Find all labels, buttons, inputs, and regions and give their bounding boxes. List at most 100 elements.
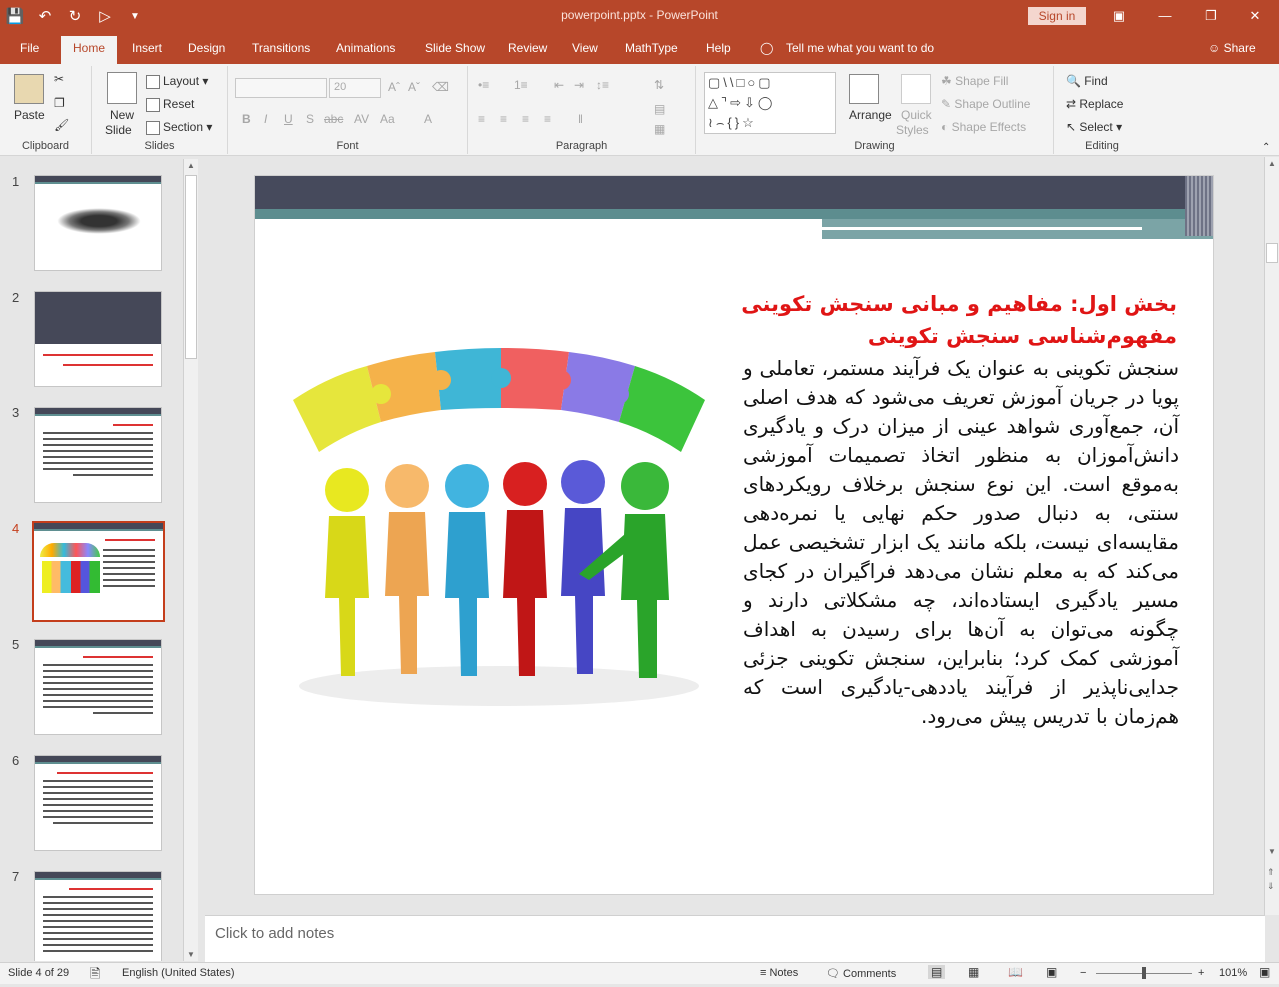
tab-design[interactable]: Design bbox=[188, 41, 225, 55]
tab-mathtype[interactable]: MathType bbox=[625, 41, 678, 55]
puzzle-people-image[interactable] bbox=[289, 336, 709, 716]
shrink-font-icon[interactable]: Aˇ bbox=[408, 80, 420, 94]
scroll-up-icon[interactable]: ▲ bbox=[187, 161, 195, 170]
columns-icon[interactable]: ‖ bbox=[578, 112, 583, 126]
next-slide-icon[interactable]: ⇓ bbox=[1267, 881, 1275, 892]
slide-title[interactable]: بخش اول: مفاهیم و مبانی سنجش تکوینی مفهو… bbox=[697, 288, 1177, 352]
paste-button[interactable]: Paste bbox=[14, 108, 45, 122]
align-text-icon[interactable]: ▤ bbox=[654, 102, 665, 116]
normal-view-icon[interactable]: ▤ bbox=[928, 965, 946, 979]
scroll-down-icon[interactable]: ▼ bbox=[187, 950, 195, 959]
font-color-icon[interactable]: A bbox=[424, 112, 432, 126]
close-button[interactable]: ✕ bbox=[1232, 0, 1278, 32]
bullets-icon[interactable]: •≡ bbox=[478, 78, 489, 92]
clear-formatting-icon[interactable]: ⌫ bbox=[432, 80, 449, 94]
tab-slide-show[interactable]: Slide Show bbox=[425, 41, 485, 55]
underline-icon[interactable]: U bbox=[284, 112, 293, 126]
find-button[interactable]: 🔍 Find bbox=[1066, 74, 1108, 88]
ribbon-display-options-icon[interactable]: ▣ bbox=[1096, 0, 1142, 32]
align-left-icon[interactable]: ≡ bbox=[478, 112, 485, 126]
fit-slide-icon[interactable]: ▣ bbox=[1259, 965, 1270, 979]
paste-icon[interactable] bbox=[14, 74, 44, 104]
notes-pane[interactable]: Click to add notes bbox=[205, 915, 1265, 962]
slide-canvas[interactable]: بخش اول: مفاهیم و مبانی سنجش تکوینی مفهو… bbox=[254, 175, 1214, 895]
cut-icon[interactable]: ✂ bbox=[54, 72, 64, 86]
new-slide-label-1[interactable]: New bbox=[110, 108, 134, 122]
slide-thumbnail[interactable] bbox=[34, 755, 162, 851]
scrollbar-thumb[interactable] bbox=[185, 175, 197, 359]
tab-file[interactable]: File bbox=[20, 41, 39, 55]
change-case-icon[interactable]: Aa bbox=[380, 112, 395, 126]
shadow-icon[interactable]: S bbox=[306, 112, 314, 126]
thumbnails-scrollbar[interactable]: ▲ ▼ bbox=[183, 159, 198, 961]
section-button[interactable]: Section ▾ bbox=[146, 120, 212, 135]
slide-sorter-icon[interactable]: ▦ bbox=[968, 965, 979, 979]
arrange-icon[interactable] bbox=[849, 74, 879, 107]
quick-styles-label-2[interactable]: Styles bbox=[896, 123, 929, 137]
tell-me-search[interactable]: Tell me what you want to do bbox=[786, 41, 934, 55]
shape-fill-button[interactable]: ☘ Shape Fill bbox=[941, 74, 1008, 88]
minimize-button[interactable]: — bbox=[1142, 0, 1188, 32]
italic-icon[interactable]: I bbox=[264, 112, 267, 126]
align-right-icon[interactable]: ≡ bbox=[522, 112, 529, 126]
new-slide-icon[interactable] bbox=[107, 72, 137, 104]
slide-thumbnail[interactable] bbox=[34, 639, 162, 735]
slide-thumbnail[interactable] bbox=[34, 291, 162, 387]
grow-font-icon[interactable]: Aˆ bbox=[388, 80, 400, 94]
tab-transitions[interactable]: Transitions bbox=[252, 41, 310, 55]
format-painter-icon[interactable]: 🖌 bbox=[54, 118, 69, 132]
notes-toggle[interactable]: ≡ Notes bbox=[760, 967, 798, 979]
shapes-gallery[interactable]: ▢\\□○▢ △⌝⇨⇩◯ ≀⌢{}☆ bbox=[704, 72, 836, 134]
reading-view-icon[interactable]: 📖 bbox=[1008, 965, 1023, 979]
increase-indent-icon[interactable]: ⇥ bbox=[574, 78, 584, 92]
comments-toggle[interactable]: 🗨 Comments bbox=[826, 967, 896, 980]
select-button[interactable]: ↖ Select ▾ bbox=[1066, 120, 1122, 134]
slide-thumbnail[interactable] bbox=[34, 871, 162, 961]
arrange-button[interactable]: Arrange bbox=[849, 108, 892, 122]
language-indicator[interactable]: English (United States) bbox=[122, 967, 235, 979]
character-spacing-icon[interactable]: AV bbox=[354, 112, 369, 126]
shape-effects-button[interactable]: ◐ Shape Effects bbox=[941, 120, 1026, 134]
font-name-input[interactable] bbox=[235, 78, 327, 98]
collapse-ribbon-icon[interactable]: ⌃ bbox=[1262, 142, 1270, 153]
tab-review[interactable]: Review bbox=[508, 41, 547, 55]
share-button[interactable]: ☺ Share bbox=[1208, 41, 1256, 55]
strikethrough-icon[interactable]: abc bbox=[324, 112, 343, 126]
restore-button[interactable]: ❐ bbox=[1188, 0, 1234, 32]
new-slide-label-2[interactable]: Slide bbox=[105, 123, 132, 137]
text-direction-icon[interactable]: ⇅ bbox=[654, 78, 664, 92]
font-size-input[interactable]: 20 bbox=[329, 78, 381, 98]
quick-styles-label-1[interactable]: Quick bbox=[901, 108, 932, 122]
justify-icon[interactable]: ≡ bbox=[544, 112, 551, 126]
tab-home[interactable]: Home bbox=[61, 36, 118, 64]
decrease-indent-icon[interactable]: ⇤ bbox=[554, 78, 564, 92]
numbering-icon[interactable]: 1≡ bbox=[514, 78, 528, 92]
tab-help[interactable]: Help bbox=[706, 41, 731, 55]
sign-in-button[interactable]: Sign in bbox=[1028, 7, 1086, 25]
align-center-icon[interactable]: ≡ bbox=[500, 112, 507, 126]
slide-body-text[interactable]: سنجش تکوینی به عنوان یک فرآیند مستمر، تع… bbox=[743, 354, 1179, 731]
slide-thumbnail[interactable] bbox=[34, 407, 162, 503]
scrollbar-thumb[interactable] bbox=[1266, 243, 1278, 263]
quick-styles-icon[interactable] bbox=[901, 74, 931, 107]
bold-icon[interactable]: B bbox=[242, 112, 251, 126]
shape-outline-button[interactable]: ✎ Shape Outline bbox=[941, 97, 1030, 111]
smartart-icon[interactable]: ▦ bbox=[654, 122, 665, 136]
notes-placeholder[interactable]: Click to add notes bbox=[215, 925, 334, 942]
tab-view[interactable]: View bbox=[572, 41, 598, 55]
scroll-up-icon[interactable]: ▲ bbox=[1268, 159, 1276, 168]
reset-button[interactable]: Reset bbox=[146, 97, 194, 112]
slide-thumbnail[interactable] bbox=[34, 175, 162, 271]
slide-show-icon[interactable]: ▣ bbox=[1046, 965, 1057, 979]
layout-button[interactable]: Layout ▾ bbox=[146, 74, 208, 89]
copy-icon[interactable]: ❐ bbox=[54, 96, 65, 110]
scroll-down-icon[interactable]: ▼ bbox=[1268, 847, 1276, 856]
zoom-slider-thumb[interactable] bbox=[1142, 967, 1146, 979]
zoom-out-icon[interactable]: − bbox=[1080, 967, 1086, 979]
editor-scrollbar[interactable]: ▲ ▼ ⇑ ⇓ bbox=[1264, 157, 1279, 915]
line-spacing-icon[interactable]: ↕≡ bbox=[596, 78, 609, 92]
replace-button[interactable]: ⇄ Replace bbox=[1066, 97, 1123, 111]
zoom-in-icon[interactable]: + bbox=[1198, 967, 1204, 979]
slide-thumbnail-selected[interactable] bbox=[32, 521, 165, 622]
previous-slide-icon[interactable]: ⇑ bbox=[1267, 867, 1275, 878]
